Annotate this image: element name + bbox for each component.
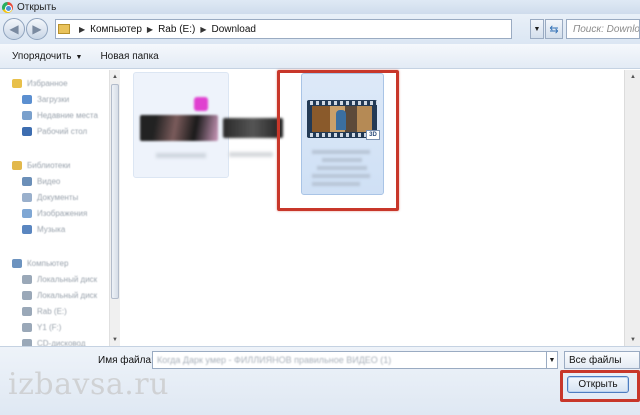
organize-label: Упорядочить bbox=[12, 50, 72, 62]
scroll-up-icon[interactable]: ▲ bbox=[111, 72, 119, 81]
filename-value: Когда Дарк умер - ФИЛЛИЯНОВ правильное В… bbox=[157, 355, 392, 365]
open-button-highlight-annotation bbox=[560, 370, 640, 402]
folder-icon bbox=[22, 322, 32, 332]
nav-item[interactable]: Локальный диск bbox=[22, 288, 97, 302]
nav-item[interactable]: Библиотеки bbox=[12, 158, 70, 172]
folder-icon bbox=[22, 110, 32, 120]
address-dropdown-button[interactable]: ▼ bbox=[530, 19, 544, 39]
forward-button[interactable]: ▶ bbox=[26, 18, 48, 40]
nav-item[interactable]: Рабочий стол bbox=[22, 124, 87, 138]
nav-item[interactable]: Rab (E:) bbox=[22, 304, 67, 318]
nav-item[interactable]: Загрузки bbox=[22, 92, 69, 106]
chevron-right-icon[interactable]: ▶ bbox=[79, 25, 85, 34]
filename-dropdown-button[interactable]: ▼ bbox=[547, 351, 558, 369]
address-bar[interactable]: ▶ Компьютер ▶ Rab (E:) ▶ Download bbox=[55, 19, 512, 39]
scroll-up-icon[interactable]: ▲ bbox=[629, 72, 637, 81]
breadcrumb-computer[interactable]: Компьютер bbox=[90, 24, 142, 35]
folder-icon bbox=[22, 224, 32, 234]
folder-icon bbox=[22, 94, 32, 104]
organize-menu[interactable]: Упорядочить ▼ bbox=[12, 51, 82, 62]
address-row: ◀ ▶ ▶ Компьютер ▶ Rab (E:) ▶ Download ▼ … bbox=[0, 14, 640, 44]
nav-item-label: Загрузки bbox=[37, 94, 70, 104]
forward-arrow-icon: ▶ bbox=[32, 22, 42, 36]
nav-item-label: Недавние места bbox=[37, 110, 98, 120]
nav-item[interactable]: Видео bbox=[22, 174, 60, 188]
nav-item-label: Документы bbox=[37, 192, 79, 202]
file-name-blurred bbox=[156, 153, 206, 158]
nav-item-label: Y1 (F:) bbox=[37, 322, 62, 332]
folder-icon bbox=[58, 24, 70, 34]
scroll-down-icon[interactable]: ▼ bbox=[629, 335, 637, 344]
chrome-icon bbox=[2, 1, 13, 13]
nav-item-label: Музыка bbox=[37, 224, 66, 234]
folder-icon bbox=[22, 306, 32, 316]
folder-icon bbox=[22, 126, 32, 136]
video-thumbnail bbox=[223, 118, 283, 138]
nav-scrollbar[interactable]: ▲ ▼ bbox=[109, 70, 120, 346]
watermark: izbavsa.ru bbox=[8, 367, 169, 402]
chevron-down-icon: ▼ bbox=[75, 53, 83, 61]
refresh-button[interactable]: ⇆ bbox=[545, 19, 563, 39]
folder-icon bbox=[22, 274, 32, 284]
nav-item-label: Библиотеки bbox=[27, 160, 71, 170]
filename-label: Имя файла: bbox=[98, 355, 154, 366]
filename-input[interactable]: Когда Дарк умер - ФИЛЛИЯНОВ правильное В… bbox=[152, 351, 547, 369]
chevron-right-icon[interactable]: ▶ bbox=[147, 25, 153, 34]
nav-item-label: Локальный диск bbox=[37, 290, 98, 300]
nav-item-label: Рабочий стол bbox=[37, 126, 88, 136]
window-title: Открыть bbox=[17, 1, 57, 13]
nav-item[interactable]: Музыка bbox=[22, 222, 65, 236]
nav-item-label: Rab (E:) bbox=[37, 306, 67, 316]
search-input[interactable]: Поиск: Download bbox=[566, 19, 640, 39]
back-button[interactable]: ◀ bbox=[3, 18, 25, 40]
nav-item[interactable]: Недавние места bbox=[22, 108, 98, 122]
chevron-down-icon: ▼ bbox=[548, 356, 556, 364]
folder-icon bbox=[22, 208, 32, 218]
folder-icon bbox=[22, 338, 32, 346]
nav-item-label: Видео bbox=[37, 176, 61, 186]
nav-item[interactable]: Документы bbox=[22, 190, 78, 204]
file-name-blurred bbox=[229, 152, 273, 157]
nav-item[interactable]: Изображения bbox=[22, 206, 87, 220]
nav-item[interactable]: Y1 (F:) bbox=[22, 320, 61, 334]
scroll-down-icon[interactable]: ▼ bbox=[111, 335, 119, 344]
folder-icon bbox=[12, 160, 22, 170]
content-scrollbar[interactable]: ▲ ▼ bbox=[624, 70, 640, 346]
nav-scroll-thumb[interactable] bbox=[111, 84, 119, 299]
nav-item-label: Локальный диск bbox=[37, 274, 98, 284]
selection-highlight-annotation bbox=[277, 70, 399, 211]
video-thumbnail bbox=[140, 115, 218, 141]
nav-item-label: Компьютер bbox=[27, 258, 69, 268]
file-item[interactable] bbox=[133, 72, 229, 178]
navigation-pane: Избранное Загрузки Недавние места Рабочий с… bbox=[0, 70, 120, 346]
title-bar: Открыть bbox=[0, 0, 640, 14]
folder-icon bbox=[12, 258, 22, 268]
nav-item[interactable]: Избранное bbox=[12, 76, 68, 90]
chevron-right-icon[interactable]: ▶ bbox=[200, 25, 206, 34]
folder-icon bbox=[22, 192, 32, 202]
thumbnail-badge bbox=[194, 97, 208, 111]
back-arrow-icon: ◀ bbox=[9, 22, 19, 36]
folder-icon bbox=[12, 78, 22, 88]
nav-item[interactable]: Компьютер bbox=[12, 256, 68, 270]
nav-item-label: Изображения bbox=[37, 208, 88, 218]
new-folder-button[interactable]: Новая папка bbox=[100, 51, 158, 62]
breadcrumb-drive[interactable]: Rab (E:) bbox=[158, 24, 195, 35]
file-type-select[interactable]: Все файлы bbox=[564, 351, 640, 369]
folder-icon bbox=[22, 290, 32, 300]
refresh-icon: ⇆ bbox=[549, 23, 559, 36]
chevron-down-icon: ▼ bbox=[533, 25, 541, 33]
nav-item-label: Избранное bbox=[27, 78, 68, 88]
toolbar: Упорядочить ▼ Новая папка bbox=[0, 44, 640, 69]
nav-item[interactable]: CD-дисковод bbox=[22, 336, 86, 346]
breadcrumb-download[interactable]: Download bbox=[211, 24, 255, 35]
nav-item[interactable]: Локальный диск bbox=[22, 272, 97, 286]
folder-icon bbox=[22, 176, 32, 186]
nav-item-label: CD-дисковод bbox=[37, 338, 86, 347]
